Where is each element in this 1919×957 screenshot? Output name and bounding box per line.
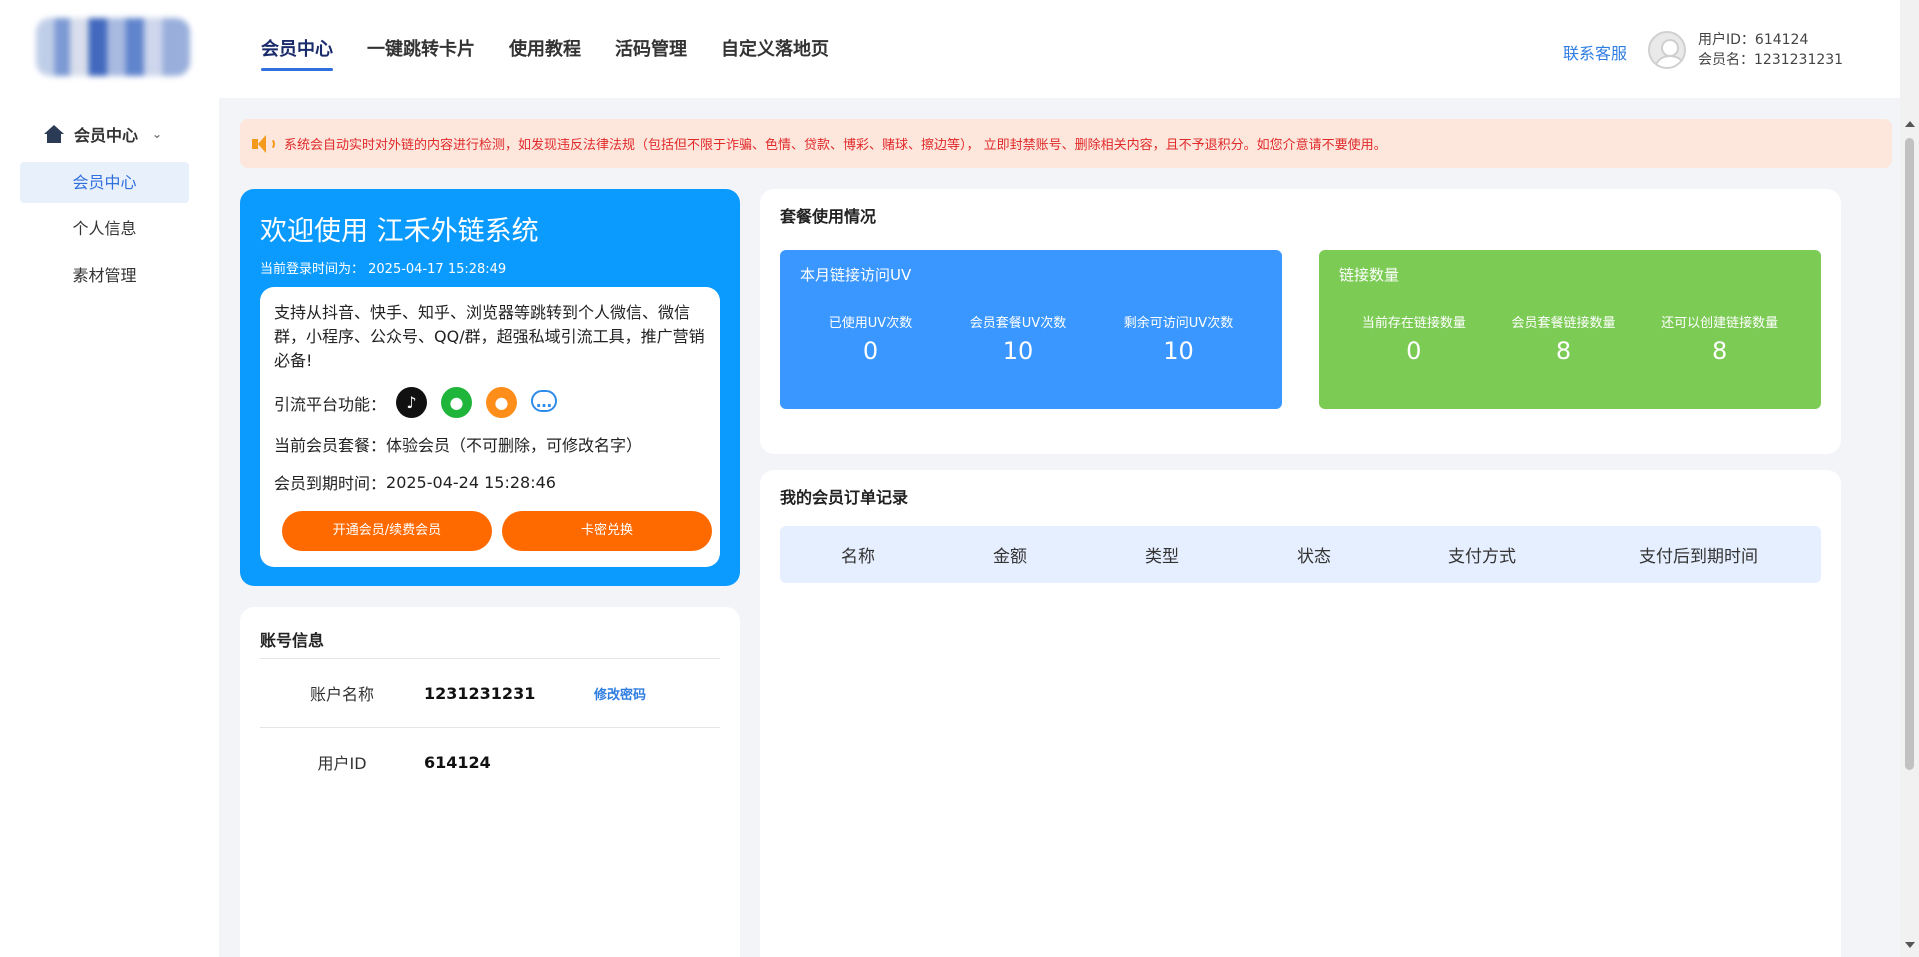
account-info-card: 账号信息 账户名称 1231231231 修改密码 用户ID 614124 [240,607,740,957]
nav-member-center[interactable]: 会员中心 [261,0,333,98]
package-usage-card: 套餐使用情况 本月链接访问UV 已使用UV次数 0 会员套餐UV次数 10 剩余… [760,189,1841,454]
home-icon [44,125,64,143]
welcome-info-panel: 支持从抖音、快手、知乎、浏览器等跳转到个人微信、微信群，小程序、公众号、QQ/群… [260,287,720,567]
scroll-down-icon[interactable] [1905,942,1915,948]
expire-row: 会员到期时间： 2025-04-24 15:28:46 [274,470,706,494]
sidebar: 会员中心 ⌄ 会员中心 个人信息 素材管理 [0,98,219,957]
stat-value: 10 [1163,337,1194,365]
package-value: 体验会员（不可删除，可修改名字） [386,436,643,455]
stat-label: 剩余可访问UV次数 [1123,316,1234,331]
stat-label: 还可以创建链接数量 [1661,316,1779,331]
package-label: 当前会员套餐： [274,436,387,455]
speaker-icon [250,133,275,155]
stat-package-links: 会员套餐链接数量 8 [1511,312,1615,365]
orders-title: 我的会员订单记录 [780,488,909,507]
link-stats-box: 链接数量 当前存在链接数量 0 会员套餐链接数量 8 还可以创建链接数量 8 [1319,250,1821,409]
stat-creatable-links: 还可以创建链接数量 8 [1661,312,1778,365]
wechat-icon: ● [441,387,473,418]
stat-used-uv: 已使用UV次数 0 [829,312,912,365]
platform-row: 引流平台功能： ♪ ● ● … [274,387,706,418]
stat-value: 8 [1711,337,1728,365]
expire-value: 2025-04-24 15:28:46 [386,472,556,492]
stat-label: 当前存在链接数量 [1361,316,1466,331]
brand-logo[interactable] [36,18,190,76]
sidebar-group-member-center[interactable]: 会员中心 ⌄ [44,122,162,146]
page-scrollbar[interactable] [1900,0,1919,957]
change-password-link[interactable]: 修改密码 [594,684,646,703]
stat-package-uv: 会员套餐UV次数 10 [970,312,1066,365]
contact-service-link[interactable]: 联系客服 [1563,40,1627,64]
scrollbar-thumb[interactable] [1905,138,1914,770]
qq-icon: ● [486,387,518,418]
platform-label: 引流平台功能： [274,394,387,414]
notice-text: 系统会自动实时对外链的内容进行检测，如发现违反法律法规（包括但不限于诈骗、色情、… [284,138,1387,153]
expire-label: 会员到期时间： [274,474,387,493]
column-header: 支付后到期时间 [1639,547,1758,567]
member-name-text: 会员名：1231231231 [1698,52,1844,68]
tiktok-icon: ♪ [396,387,428,418]
notice-banner: 系统会自动实时对外链的内容进行检测，如发现违反法律法规（包括但不限于诈骗、色情、… [240,119,1892,168]
column-header: 支付方式 [1448,547,1516,567]
welcome-description: 支持从抖音、快手、知乎、浏览器等跳转到个人微信、微信群，小程序、公众号、QQ/群… [274,303,705,370]
account-name-label: 账户名称 [309,685,374,704]
welcome-card: 欢迎使用 江禾外链系统 当前登录时间为： 2025-04-17 15:28:49… [240,189,740,586]
open-membership-button[interactable]: 开通会员/续费会员 [282,511,492,551]
sidebar-group-label: 会员中心 [74,126,139,145]
column-header: 金额 [993,547,1027,567]
avatar[interactable] [1648,31,1686,69]
stat-current-links: 当前存在链接数量 0 [1362,312,1466,365]
user-id-label: 用户ID [317,754,367,773]
account-name-row: 账户名称 1231231231 修改密码 [260,659,720,727]
stat-label: 会员套餐链接数量 [1511,316,1616,331]
orders-table-header: 名称 金额 类型 状态 支付方式 支付后到期时间 [780,526,1821,583]
nav-custom-landing[interactable]: 自定义落地页 [721,0,829,98]
chevron-down-icon: ⌄ [152,127,163,141]
link-box-title: 链接数量 [1339,266,1400,284]
stat-value: 8 [1555,337,1572,365]
stat-value: 10 [1002,337,1034,365]
nav-jump-card[interactable]: 一键跳转卡片 [367,0,475,98]
welcome-title: 欢迎使用 江禾外链系统 [260,216,539,247]
column-header: 状态 [1297,547,1331,567]
usage-title: 套餐使用情况 [780,207,877,226]
user-id-row: 用户ID 614124 [260,728,720,796]
stat-value: 0 [1406,337,1422,365]
user-id-value: 614124 [424,752,491,772]
column-header: 名称 [841,547,875,567]
package-row: 当前会员套餐： 体验会员（不可删除，可修改名字） [274,432,706,456]
uv-stats-box: 本月链接访问UV 已使用UV次数 0 会员套餐UV次数 10 剩余可访问UV次数… [780,250,1282,409]
scroll-up-icon[interactable] [1905,121,1915,127]
nav-live-code[interactable]: 活码管理 [615,0,687,98]
account-title: 账号信息 [260,631,325,650]
stat-label: 会员套餐UV次数 [969,316,1067,331]
uv-box-title: 本月链接访问UV [800,266,912,284]
top-header: 会员中心 一键跳转卡片 使用教程 活码管理 自定义落地页 联系客服 用户ID：6… [0,0,1900,98]
sidebar-item-member-center[interactable]: 会员中心 [20,162,189,203]
nav-tutorial[interactable]: 使用教程 [509,0,581,98]
message-icon: … [531,390,558,412]
user-id-text: 用户ID：614124 [1698,32,1809,48]
stat-label: 已使用UV次数 [828,316,913,331]
orders-card: 我的会员订单记录 名称 金额 类型 状态 支付方式 支付后到期时间 [760,470,1841,957]
stat-remaining-uv: 剩余可访问UV次数 10 [1124,312,1233,365]
account-name-value: 1231231231 [424,683,536,703]
login-time: 当前登录时间为： 2025-04-17 15:28:49 [260,262,507,277]
main-nav: 会员中心 一键跳转卡片 使用教程 活码管理 自定义落地页 [261,0,829,98]
column-header: 类型 [1145,547,1179,567]
card-redeem-button[interactable]: 卡密兑换 [502,511,712,551]
sidebar-item-profile[interactable]: 个人信息 [20,208,189,249]
user-meta: 用户ID：614124 会员名：1231231231 [1698,30,1843,70]
stat-value: 0 [862,337,879,365]
sidebar-item-materials[interactable]: 素材管理 [20,255,189,296]
